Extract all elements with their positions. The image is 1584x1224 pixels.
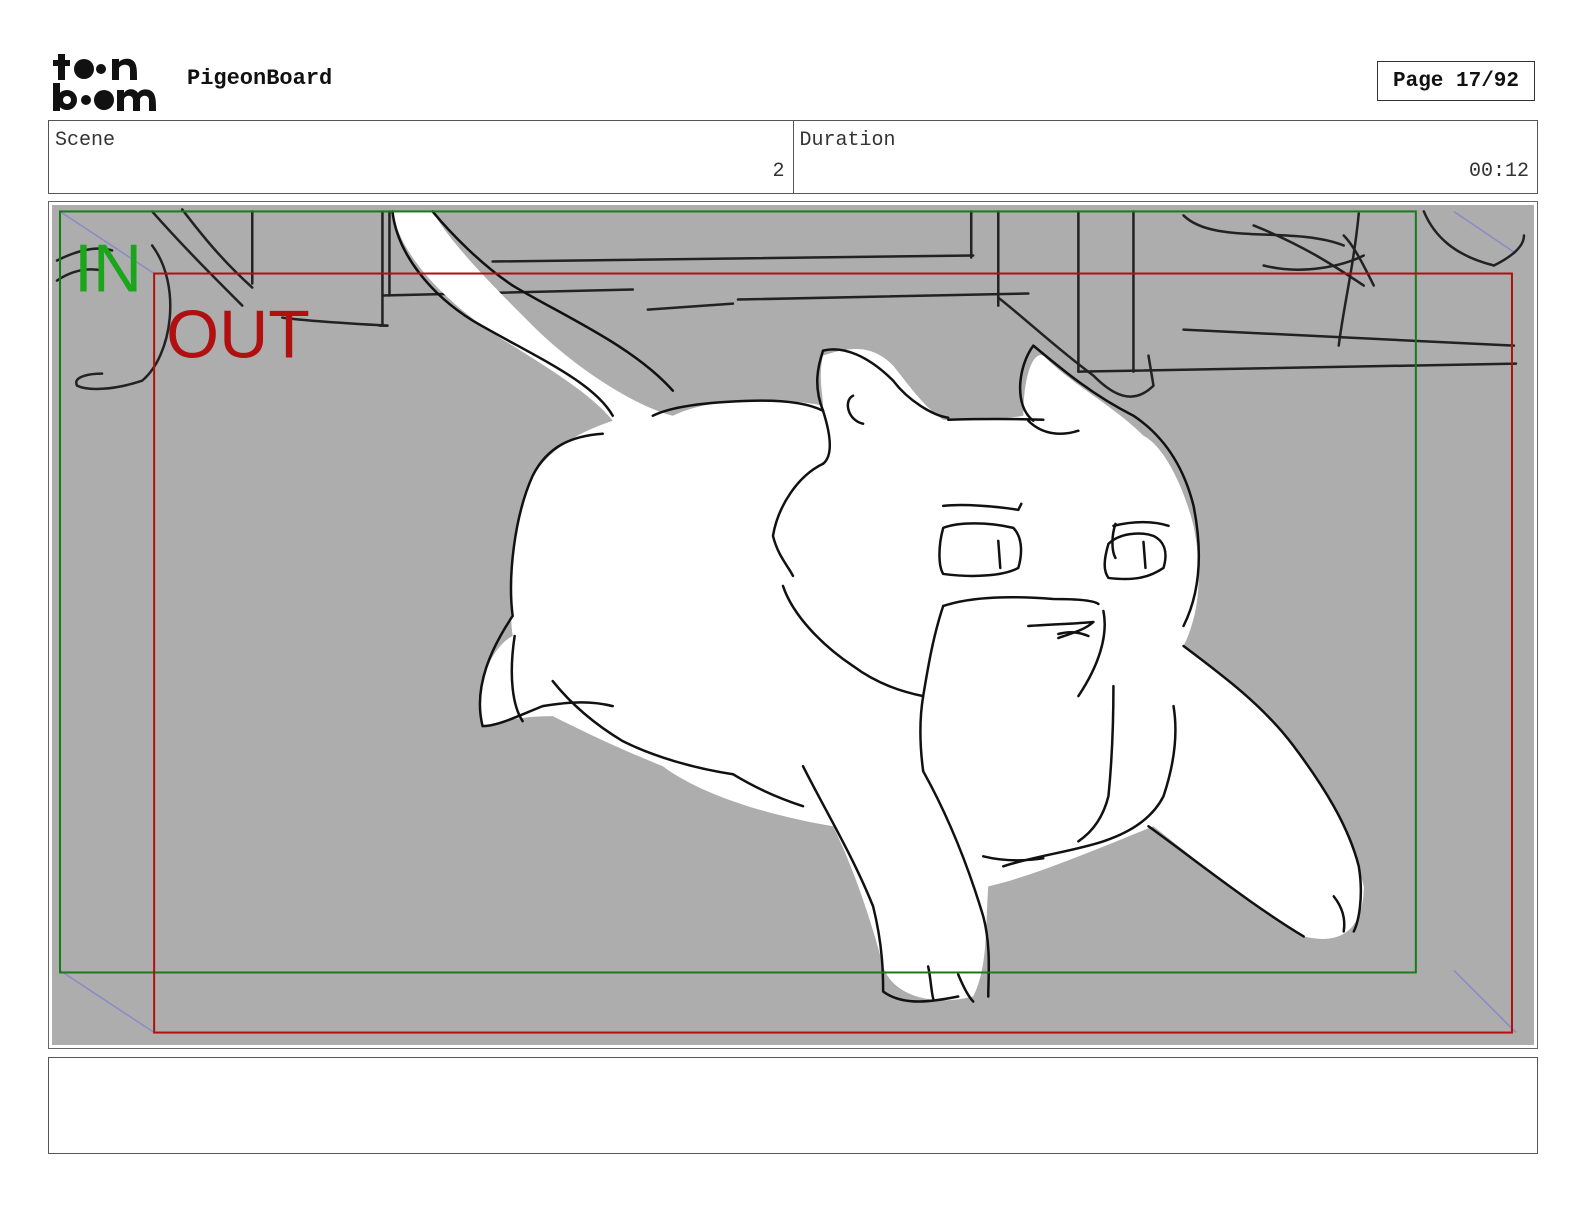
scene-info-row: Scene 2 Duration 00:12 xyxy=(48,120,1538,194)
panel-sketch: IN OUT xyxy=(55,208,1526,1034)
caption-box xyxy=(48,1057,1538,1154)
duration-cell: Duration 00:12 xyxy=(792,121,1538,193)
panel-drawing-area: IN OUT xyxy=(52,205,1534,1045)
duration-value: 00:12 xyxy=(1468,160,1529,183)
out-label: OUT xyxy=(166,297,310,373)
page-indicator: Page 17/92 xyxy=(1377,61,1535,101)
cat-sketch xyxy=(391,210,1364,1003)
scene-cell: Scene 2 xyxy=(49,121,793,193)
duration-label: Duration xyxy=(799,129,896,152)
scene-value: 2 xyxy=(772,160,785,183)
storyboard-panel: IN OUT xyxy=(48,201,1538,1049)
in-label: IN xyxy=(74,231,142,307)
app-title: PigeonBoard xyxy=(187,66,333,91)
toonboom-logo xyxy=(53,54,156,111)
scene-label: Scene xyxy=(55,129,116,152)
